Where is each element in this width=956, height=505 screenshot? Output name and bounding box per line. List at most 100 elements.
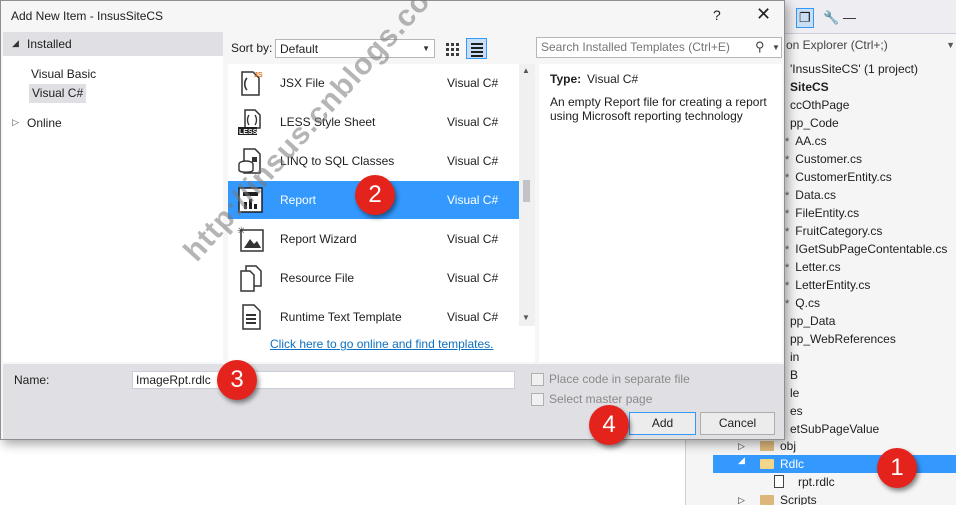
category-pane: ◢ Installed Visual Basic Visual C# ▷ Onl… [3, 32, 223, 362]
folder-open-icon [760, 459, 774, 469]
category-visual-csharp[interactable]: Visual C# [29, 84, 87, 103]
tree-item-rpt-rdlc[interactable]: rpt.rdlc [686, 473, 956, 491]
place-code-checkbox[interactable] [531, 373, 544, 386]
close-button[interactable]: ✕ [756, 4, 771, 25]
tree-item-scripts[interactable]: ▷ Scripts [686, 491, 956, 505]
tree-item[interactable]: in [790, 348, 799, 366]
tree-item-label: Customer.cs [795, 152, 862, 166]
sort-by-value: Default [280, 42, 319, 56]
solution-explorer-search[interactable]: on Explorer (Ctrl+;) ▼ [786, 35, 956, 55]
tree-item[interactable]: etSubPageValue [790, 420, 879, 438]
template-search-input[interactable] [541, 40, 746, 54]
scroll-down-icon[interactable]: ▼ [522, 313, 530, 322]
name-field[interactable] [132, 371, 515, 389]
chevron-right-icon[interactable]: ▷ [738, 491, 748, 505]
installed-header[interactable]: ◢ Installed [3, 32, 223, 56]
tree-item[interactable]: B [790, 366, 798, 384]
tree-item[interactable]: * FileEntity.cs [785, 204, 859, 222]
tree-item[interactable]: * IGetSubPageContentable.cs [785, 240, 947, 258]
tree-item-label: rpt.rdlc [798, 475, 835, 489]
tree-item-rdlc[interactable]: ◢ Rdlc [713, 455, 956, 473]
template-language: Visual C# [447, 310, 499, 324]
tree-item[interactable]: * LetterEntity.cs [785, 276, 870, 294]
tree-item[interactable]: ccOthPage [790, 96, 849, 114]
template-language: Visual C# [447, 271, 499, 285]
template-list-scrollbar[interactable]: ▲ ▼ [519, 64, 535, 326]
scrollbar-thumb[interactable] [523, 180, 530, 202]
preview-icon[interactable]: — [843, 10, 856, 25]
properties-wrench-icon[interactable]: 🔧 [823, 10, 839, 26]
tree-item[interactable]: * Q.cs [785, 294, 820, 312]
grid-view-icon[interactable] [443, 39, 462, 58]
tree-item[interactable]: * AA.cs [785, 132, 827, 150]
chevron-down-icon[interactable]: ◢ [738, 455, 748, 466]
template-item-runtime-text-template[interactable]: Runtime Text Template Visual C# [228, 298, 519, 336]
tree-item-label: IGetSubPageContentable.cs [795, 242, 948, 256]
select-master-label: Select master page [549, 392, 653, 406]
template-item-less-style-sheet[interactable]: LESS LESS Style Sheet Visual C# [228, 103, 519, 141]
pending-change-icon: * [785, 190, 790, 202]
pending-change-icon: * [785, 244, 790, 256]
pending-change-icon: * [785, 280, 790, 292]
template-item-resource-file[interactable]: Resource File Visual C# [228, 259, 519, 297]
tree-item[interactable]: SiteCS [790, 78, 829, 96]
help-button[interactable]: ? [713, 7, 721, 23]
pending-change-icon: * [785, 226, 790, 238]
template-description: An empty Report file for creating a repo… [550, 95, 767, 123]
list-view-icon[interactable] [466, 38, 487, 59]
cancel-button[interactable]: Cancel [700, 412, 775, 435]
report-file-icon [774, 475, 784, 488]
step-badge-4: 4 [589, 405, 629, 445]
tree-item-label: B [790, 368, 799, 382]
installed-label: Installed [27, 37, 72, 51]
tree-item[interactable]: es [790, 402, 803, 420]
category-visual-basic[interactable]: Visual Basic [31, 67, 96, 81]
chevron-down-icon[interactable]: ◢ [12, 38, 19, 49]
place-code-label: Place code in separate file [549, 372, 690, 386]
svg-text:JS: JS [254, 72, 263, 79]
less-file-icon: LESS [238, 109, 261, 136]
tree-item-label: Letter.cs [795, 260, 841, 274]
template-language: Visual C# [447, 154, 499, 168]
scroll-up-icon[interactable]: ▲ [522, 66, 530, 75]
tree-item-label: FileEntity.cs [795, 206, 860, 220]
template-name: Report [280, 193, 317, 207]
tree-item[interactable]: pp_Code [790, 114, 839, 132]
add-button[interactable]: Add [629, 412, 696, 435]
tree-item[interactable]: * CustomerEntity.cs [785, 168, 892, 186]
template-language: Visual C# [447, 76, 499, 90]
find-online-templates-link[interactable]: Click here to go online and find templat… [270, 337, 493, 351]
tree-item[interactable]: le [790, 384, 799, 402]
tree-item[interactable]: pp_WebReferences [790, 330, 896, 348]
tree-item[interactable]: * Data.cs [785, 186, 836, 204]
template-language: Visual C# [447, 232, 499, 246]
type-label: Type: [550, 72, 582, 86]
online-header[interactable]: ▷ Online [3, 114, 223, 132]
chevron-right-icon[interactable]: ▷ [12, 117, 19, 128]
tree-item[interactable]: pp_Data [790, 312, 835, 330]
tree-item[interactable]: 'InsusSiteCS' (1 project) [790, 60, 918, 78]
pending-change-icon: * [785, 208, 790, 220]
type-value: Visual C# [587, 72, 639, 86]
chevron-down-icon[interactable]: ▼ [946, 35, 955, 55]
svg-text:LESS: LESS [239, 129, 258, 136]
show-all-files-icon[interactable]: ❐ [796, 8, 814, 28]
tree-item[interactable]: * FruitCategory.cs [785, 222, 882, 240]
pending-change-icon: * [785, 298, 790, 310]
tree-item-label: 'InsusSiteCS' (1 project) [790, 62, 918, 76]
tree-item-label: Scripts [780, 493, 817, 505]
tree-item-label: es [790, 404, 803, 418]
tree-item-label: pp_Data [790, 314, 836, 328]
template-language: Visual C# [447, 193, 499, 207]
select-master-checkbox[interactable] [531, 393, 544, 406]
template-search-box[interactable]: ⚲ ▼ [536, 37, 782, 58]
tree-item[interactable]: * Letter.cs [785, 258, 841, 276]
search-icon[interactable]: ⚲ [755, 39, 765, 55]
tree-item[interactable]: * Customer.cs [785, 150, 862, 168]
chevron-down-icon[interactable]: ▼ [772, 43, 780, 52]
resource-file-icon [240, 265, 262, 292]
tree-item-label: in [790, 350, 800, 364]
tree-item-label: Rdlc [780, 457, 805, 471]
jsx-file-icon: JS [241, 71, 263, 96]
template-item-report-wizard[interactable]: ✳ Report Wizard Visual C# [228, 220, 519, 258]
